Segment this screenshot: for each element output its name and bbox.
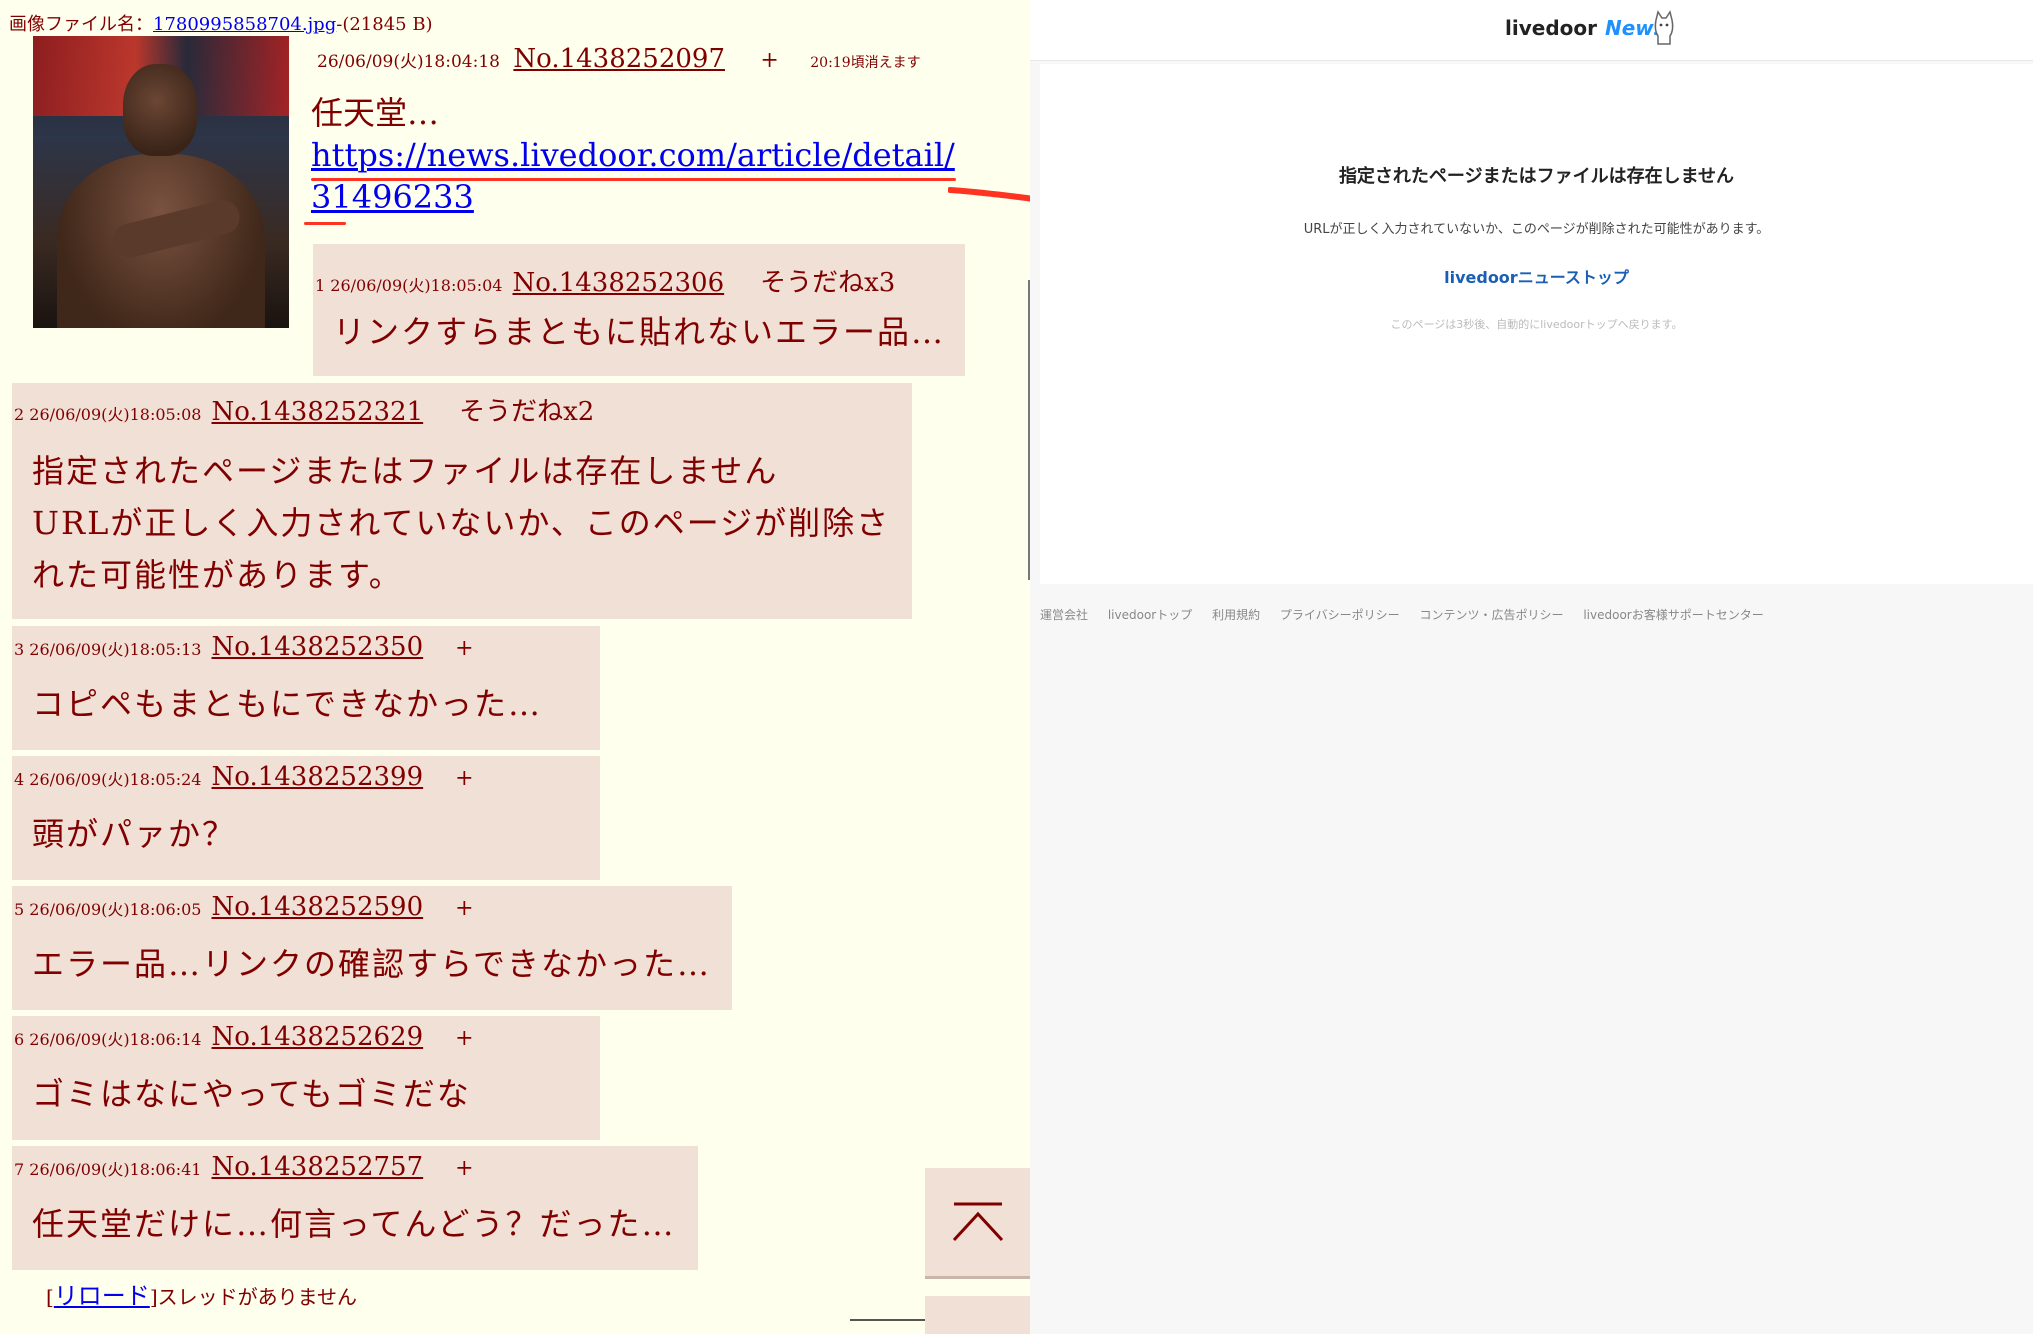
footer-link-top[interactable]: livedoorトップ (1108, 608, 1192, 622)
redirect-note: このページは3秒後、自動的にlivedoorトップへ戻ります。 (1390, 318, 1683, 331)
op-post-number[interactable]: No.1438252097 (513, 44, 725, 74)
footer-link-terms[interactable]: 利用規約 (1212, 608, 1260, 622)
plus-button[interactable]: + (455, 636, 473, 661)
reply-index: 4 (14, 770, 25, 789)
error-description: URLが正しく入力されていないか、このページが削除された可能性があります。 (1303, 222, 1770, 237)
reload-link[interactable]: リロード (54, 1282, 150, 1310)
reply-post: 2 26/06/09(火)18:05:08 No.1438252321 そうだねx2… (12, 383, 912, 619)
reply-date: 26/06/09(火)18:06:05 (29, 900, 202, 919)
reply-text: ゴミはなにやってもゴミだな (32, 1075, 471, 1113)
plus-button[interactable]: + (455, 1156, 473, 1181)
op-text: 任天堂… (311, 94, 440, 132)
reply-post: 7 26/06/09(火)18:06:41 No.1438252757 + 任天堂だ… (12, 1146, 698, 1270)
reply-text: 指定されたページまたはファイルは存在しません (32, 452, 779, 490)
thread-status-text: スレッドがありません (157, 1285, 358, 1309)
divider (1028, 280, 1030, 580)
reply-text: リンクすらまともに貼れないエラー品… (333, 313, 946, 351)
reply-index: 5 (14, 900, 25, 919)
reply-text: コピペもまともにできなかった… (32, 685, 543, 723)
plus-button[interactable]: + (455, 1026, 473, 1051)
reply-index: 6 (14, 1030, 25, 1049)
footer-link-privacy[interactable]: プライバシーポリシー (1280, 608, 1400, 622)
soudane-button[interactable]: そうだねx2 (459, 397, 594, 427)
reply-text: 任天堂だけに…何言ってんどう？だった… (32, 1205, 676, 1243)
reply-index: 7 (14, 1160, 25, 1179)
reply-post-number[interactable]: No.1438252306 (513, 268, 725, 298)
filename-size: -(21845 B) (336, 14, 433, 35)
mascot-icon (1654, 10, 1674, 45)
reply-text: れた可能性があります。 (32, 556, 403, 594)
logo-brand: livedoor (1505, 16, 1597, 40)
reply-post: 4 26/06/09(火)18:05:24 No.1438252399 + 頭がパァ… (12, 756, 600, 880)
annotation-underline (304, 222, 346, 225)
reload-bar: [リロード]スレッドがありません (46, 1282, 358, 1310)
reply-index: 3 (14, 640, 25, 659)
error-content: 指定されたページまたはファイルは存在しません URLが正しく入力されていないか、… (1040, 64, 2033, 584)
footer-link-support[interactable]: livedoorお客様サポートセンター (1583, 608, 1763, 622)
reply-post-number[interactable]: No.1438252399 (212, 762, 424, 792)
reply-post: 6 26/06/09(火)18:06:14 No.1438252629 + ゴミはな… (12, 1016, 600, 1140)
op-date: 26/06/09(火)18:04:18 (317, 52, 500, 72)
livedoor-footer: 運営会社 livedoorトップ 利用規約 プライバシーポリシー コンテンツ・広… (1040, 606, 1780, 623)
reply-date: 26/06/09(火)18:05:24 (29, 770, 202, 789)
livedoor-news-top-link[interactable]: livedoorニューストップ (1040, 264, 2033, 288)
scroll-to-top-button[interactable] (925, 1168, 1030, 1279)
reply-date: 26/06/09(火)18:05:13 (29, 640, 202, 659)
reply-date: 26/06/09(火)18:06:14 (29, 1030, 202, 1049)
annotation-underline (311, 178, 956, 181)
livedoor-header: livedoor News (1030, 0, 2033, 61)
reply-text: URLが正しく入力されていないか、このページが削除さ (32, 504, 891, 542)
op-expire-time: 20:19頃消えます (810, 55, 921, 71)
reply-date: 26/06/09(火)18:06:41 (29, 1160, 202, 1179)
op-plus-button[interactable]: + (760, 48, 778, 73)
reply-post-number[interactable]: No.1438252757 (212, 1152, 424, 1182)
filename-label: 画像ファイル名： (9, 14, 153, 35)
scroll-button-secondary[interactable] (925, 1296, 1030, 1334)
reply-post-number[interactable]: No.1438252629 (212, 1022, 424, 1052)
livedoor-error-page: livedoor News 指定されたページまたはファイルは存在しません URLが… (1030, 0, 2033, 1334)
chevron-up-icon (952, 1202, 1003, 1242)
reply-text: エラー品…リンクの確認すらできなかった… (32, 945, 712, 983)
op-thumbnail-image[interactable] (33, 36, 289, 328)
error-title: 指定されたページまたはファイルは存在しません (1338, 166, 1735, 187)
reply-post-number[interactable]: No.1438252321 (212, 397, 424, 427)
op-post-header: 26/06/09(火)18:04:18 No.1438252097 + 20:1… (317, 44, 921, 74)
soudane-button[interactable]: そうだねx3 (760, 268, 895, 298)
reply-index: 2 (14, 405, 25, 424)
footer-link-content-policy[interactable]: コンテンツ・広告ポリシー (1420, 608, 1564, 622)
divider (850, 1319, 925, 1321)
reply-post: 5 26/06/09(火)18:06:05 No.1438252590 + エラー品… (12, 886, 732, 1010)
reply-post-number[interactable]: No.1438252350 (212, 632, 424, 662)
plus-button[interactable]: + (455, 896, 473, 921)
reply-index: 1 (315, 276, 326, 295)
plus-button[interactable]: + (455, 766, 473, 791)
reply-post-number[interactable]: No.1438252590 (212, 892, 424, 922)
reply-post: 1 26/06/09(火)18:05:04 No.1438252306 そうだねx3… (313, 244, 965, 376)
filename-link[interactable]: 1780995858704.jpg (153, 14, 336, 35)
livedoor-news-logo[interactable]: livedoor News (1505, 16, 1666, 40)
image-filename: 画像ファイル名：1780995858704.jpg-(21845 B) (9, 10, 433, 36)
op-post-body: 任天堂… https://news.livedoor.com/article/d… (311, 92, 961, 218)
footer-link-company[interactable]: 運営会社 (1040, 608, 1088, 622)
op-link[interactable]: https://news.livedoor.com/article/detail… (311, 136, 955, 216)
reply-post: 3 26/06/09(火)18:05:13 No.1438252350 + コピペも… (12, 626, 600, 750)
imageboard-thread: 画像ファイル名：1780995858704.jpg-(21845 B) 26/0… (0, 0, 1030, 1334)
reply-text: 頭がパァか？ (32, 815, 237, 853)
reply-date: 26/06/09(火)18:05:08 (29, 405, 202, 424)
reply-date: 26/06/09(火)18:05:04 (330, 276, 503, 295)
